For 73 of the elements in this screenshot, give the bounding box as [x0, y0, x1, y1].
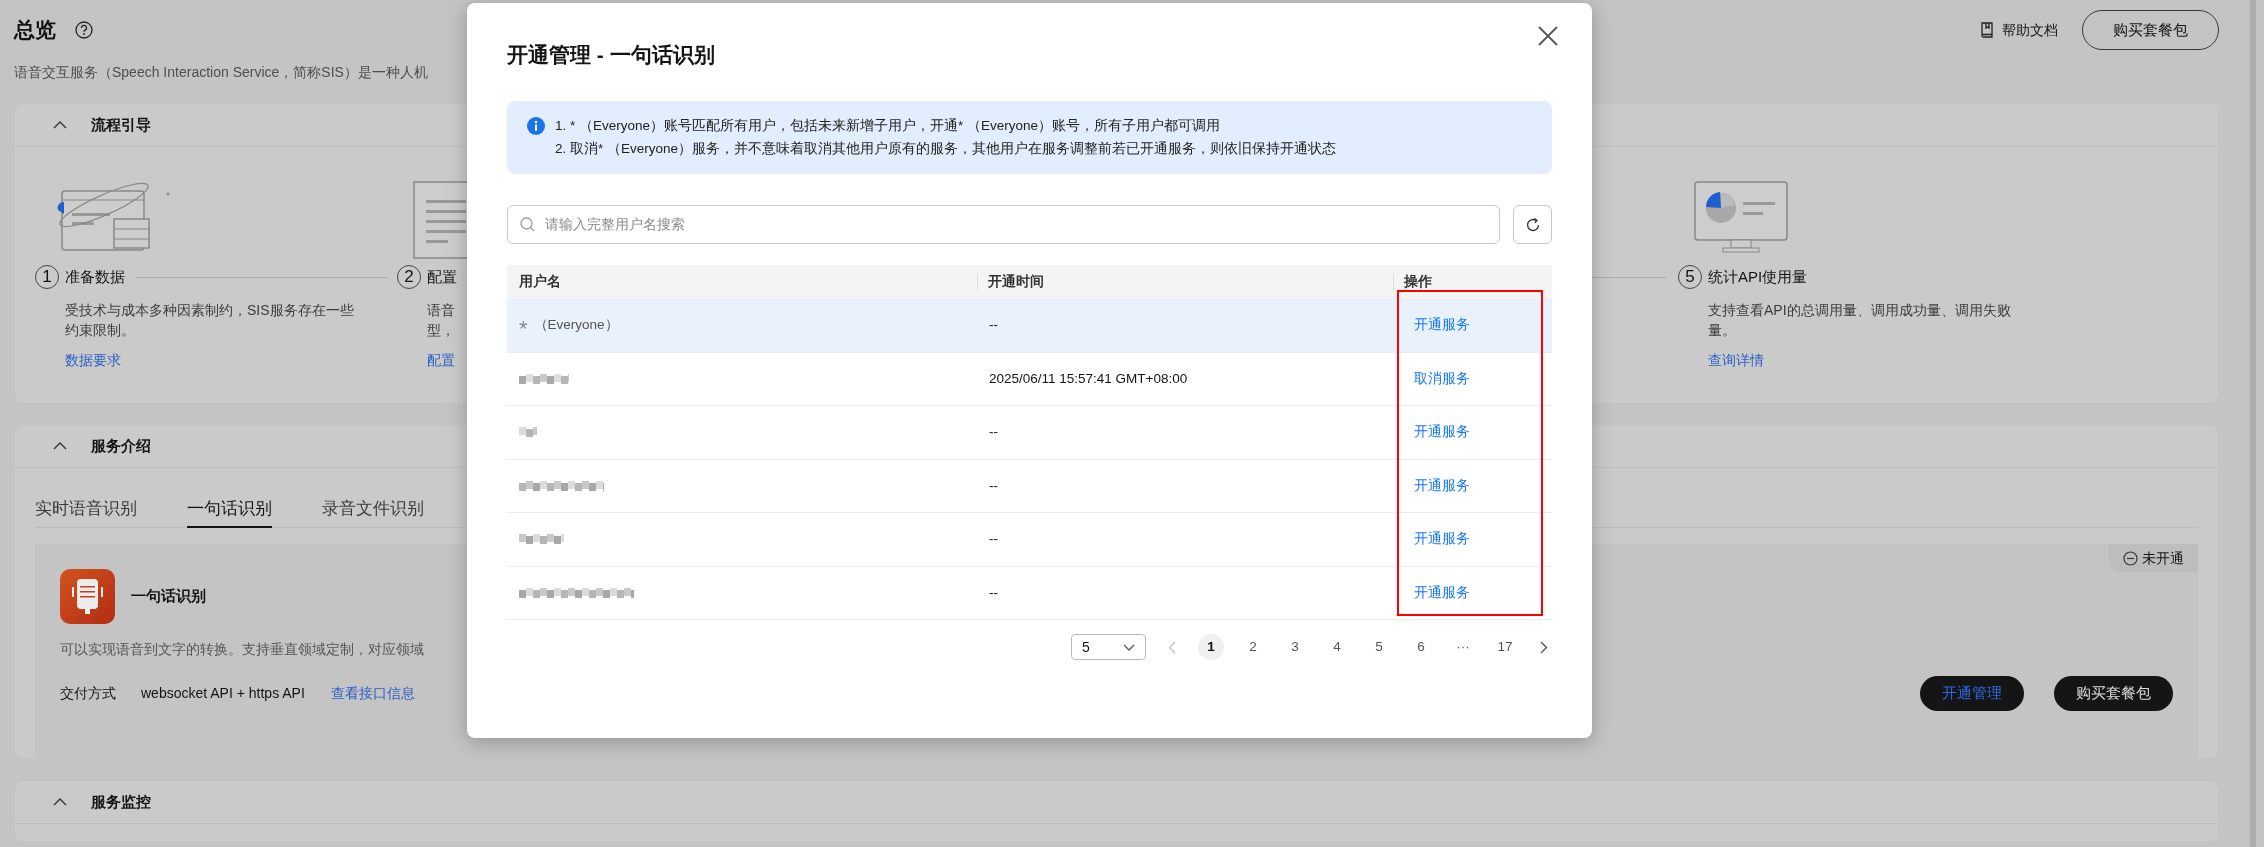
action-link[interactable]: 开通服务	[1414, 422, 1470, 443]
minus-circle-icon	[2123, 550, 2138, 566]
section-title: 流程引导	[91, 114, 151, 135]
status-text: 未开通	[2142, 548, 2184, 568]
action-link[interactable]: 取消服务	[1414, 368, 1470, 389]
time-cell-text: --	[989, 583, 998, 602]
api-info-link[interactable]: 查看接口信息	[330, 682, 415, 704]
column-header: 开通时间	[988, 272, 1044, 291]
tab[interactable]: 录音文件识别	[322, 468, 424, 528]
product-name: 一句话识别	[131, 586, 206, 607]
username-symbol: *	[519, 315, 528, 341]
column-header: 操作	[1404, 272, 1432, 291]
step-link[interactable]: 数据要求	[35, 350, 397, 370]
dialog-title: 开通管理 - 一句话识别	[507, 42, 716, 68]
column-header: 用户名	[519, 272, 561, 291]
chevron-down-icon	[1123, 643, 1135, 651]
redacted-text	[519, 373, 569, 384]
microphone-app-icon	[60, 569, 115, 624]
redacted-text	[519, 427, 537, 438]
search-icon	[520, 217, 535, 232]
page-title: 总览	[14, 17, 56, 44]
action-link[interactable]: 开通服务	[1414, 315, 1470, 336]
next-page-icon[interactable]	[1540, 640, 1548, 654]
page-description: 语音交互服务（Speech Interaction Service，简称SIS）是一种人机	[13, 63, 429, 82]
time-cell-text: --	[989, 423, 998, 442]
step-description: 受技术与成本多种因素制约，SIS服务存在一些 约束限制。	[64, 301, 354, 340]
refresh-button[interactable]	[1513, 205, 1552, 244]
page-button[interactable]: 1	[1198, 634, 1224, 660]
product-description: 可以实现语音到文字的转换。支持垂直领域定制，对应领域	[60, 640, 424, 659]
page-button[interactable]: 2	[1240, 634, 1266, 660]
action-link[interactable]: 开通服务	[1414, 475, 1470, 496]
book-icon	[1980, 22, 1994, 38]
page-button[interactable]: 6	[1408, 634, 1434, 660]
page-button[interactable]: 17	[1492, 634, 1518, 660]
page-button[interactable]: 3	[1282, 634, 1308, 660]
section-title: 服务介绍	[91, 435, 151, 456]
time-cell-text: --	[989, 316, 998, 335]
page-button[interactable]: 4	[1324, 634, 1350, 660]
page-size-select[interactable]: 5	[1071, 634, 1146, 660]
time-cell-text: 2025/06/11 15:57:41 GMT+08:00	[989, 369, 1188, 388]
time-cell-text: --	[989, 476, 998, 495]
step-title: 准备数据	[65, 266, 125, 287]
tab[interactable]: 实时语音识别	[35, 468, 137, 528]
delivery-value: websocket API + https API	[141, 683, 305, 703]
chevron-icon[interactable]	[53, 121, 67, 129]
tab[interactable]: 一句话识别	[187, 468, 272, 528]
time-cell-text: --	[989, 530, 998, 549]
action-link[interactable]: 开通服务	[1414, 582, 1470, 603]
page-button[interactable]: 5	[1366, 634, 1392, 660]
page-button[interactable]: ···	[1450, 634, 1476, 660]
step-title: 配置	[427, 266, 457, 287]
chevron-icon[interactable]	[53, 442, 67, 450]
buy-package-button[interactable]: 购买套餐包	[2054, 675, 2173, 711]
step-description: 语音 型，	[426, 301, 455, 340]
action-link[interactable]: 开通服务	[1414, 529, 1470, 550]
page-size-value: 5	[1082, 637, 1090, 657]
section-title: 服务监控	[91, 791, 151, 812]
chevron-icon[interactable]	[53, 798, 67, 806]
step-title: 统计API使用量	[1708, 266, 1808, 287]
manage-button[interactable]: 开通管理	[1920, 675, 2024, 711]
help-icon[interactable]	[75, 21, 93, 39]
help-link[interactable]: 帮助文档	[2002, 19, 2058, 41]
info-icon	[527, 117, 545, 135]
table-row[interactable]: * （Everyone） -- 开通服务	[507, 299, 1552, 353]
close-button[interactable]	[1537, 25, 1559, 47]
user-name: （Everyone）	[533, 316, 619, 335]
step-link[interactable]: 查询详情	[1678, 350, 2218, 370]
info-text: 1. * （Everyone）账号匹配所有用户，包括未来新增子用户，开通* （Everyone）账号，所有子用户都可调用	[555, 117, 1222, 135]
refresh-icon	[1524, 216, 1541, 233]
info-text: 2. 取消* （Everyone）服务，并不意味着取消其他用户原有的服务，其他用户在服务调整前若已开通服务，则依旧保持开通状态	[555, 140, 1337, 158]
step-description: 支持查看API的总调用量、调用成功量、调用失败 量。	[1707, 301, 2011, 340]
redacted-text	[519, 534, 564, 545]
delivery-label: 交付方式	[60, 683, 116, 703]
